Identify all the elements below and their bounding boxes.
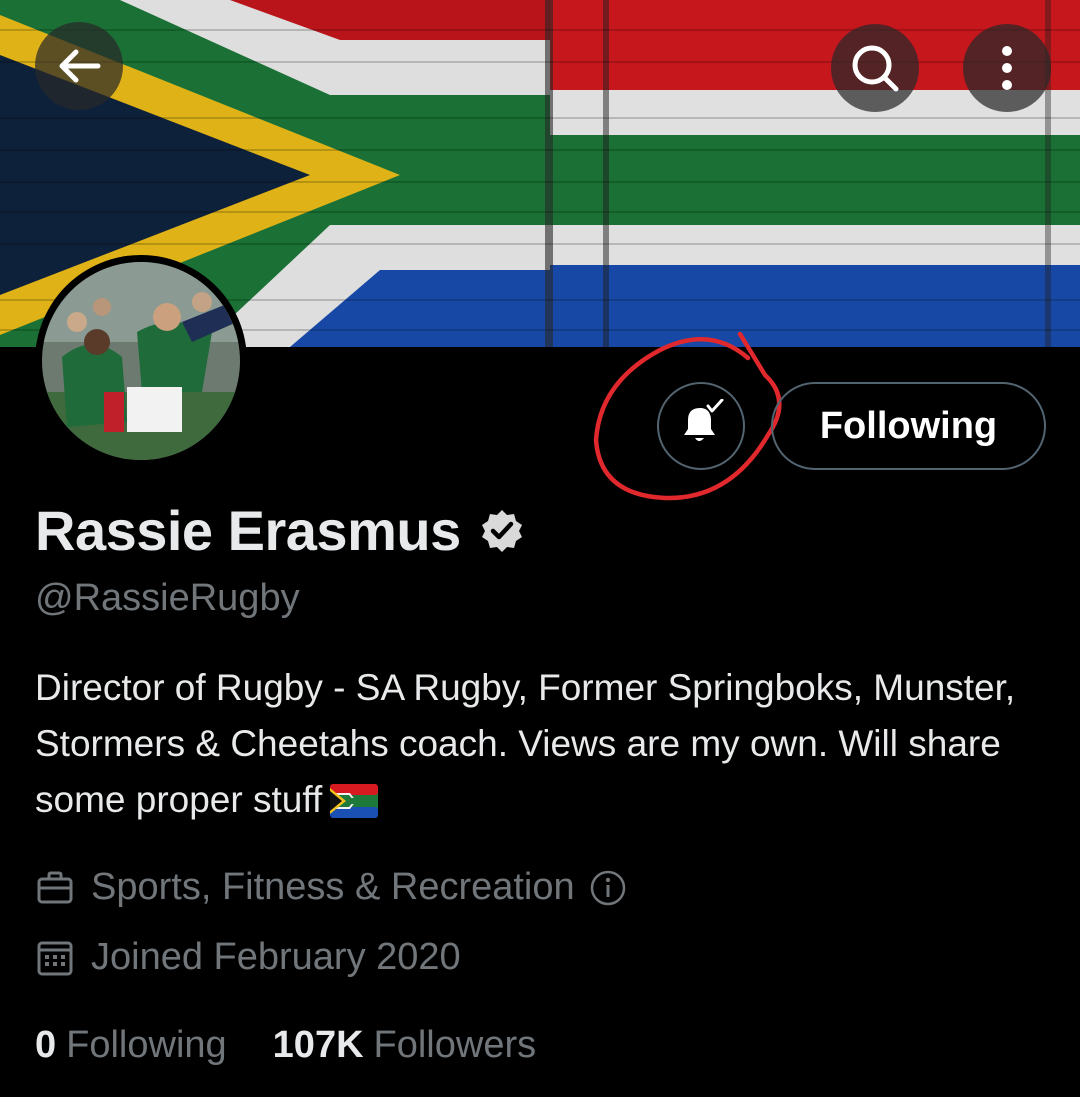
followers-count: 107K (272, 1024, 364, 1066)
joined-row: Joined February 2020 (35, 936, 461, 979)
bell-check-icon (676, 398, 726, 454)
following-stat-label: Following (66, 1024, 227, 1066)
verified-badge-icon[interactable] (479, 508, 525, 554)
notifications-button[interactable] (657, 382, 745, 470)
south-africa-flag-emoji (330, 778, 379, 834)
info-icon[interactable] (589, 869, 627, 907)
back-button[interactable] (35, 22, 123, 110)
following-button-label: Following (819, 404, 998, 447)
more-vertical-icon (1000, 44, 1014, 92)
bio-text: Director of Rugby - SA Rugby, Former Spr… (35, 667, 1016, 820)
following-button[interactable]: Following (771, 382, 1046, 470)
search-icon (849, 42, 901, 94)
following-count: 0 (35, 1024, 57, 1066)
stats-row: 0 Following 107K Followers (35, 1024, 536, 1067)
followers-stat-label: Followers (373, 1024, 537, 1066)
avatar[interactable] (35, 255, 247, 467)
arrow-left-icon (54, 41, 104, 91)
search-button[interactable] (831, 24, 919, 112)
category-text: Sports, Fitness & Recreation (91, 866, 575, 908)
briefcase-icon (35, 868, 75, 908)
avatar-image (42, 262, 240, 460)
joined-date: Joined February 2020 (91, 936, 461, 978)
following-stat-link[interactable]: 0 Following (35, 1024, 227, 1067)
bio: Director of Rugby - SA Rugby, Former Spr… (35, 660, 1045, 834)
category-row: Sports, Fitness & Recreation (35, 866, 627, 909)
name-row: Rassie Erasmus (35, 498, 525, 563)
handle: @RassieRugby (35, 577, 300, 619)
calendar-icon (35, 938, 75, 978)
followers-stat-link[interactable]: 107K Followers (273, 1024, 536, 1067)
display-name: Rassie Erasmus (35, 499, 461, 562)
more-options-button[interactable] (963, 24, 1051, 112)
